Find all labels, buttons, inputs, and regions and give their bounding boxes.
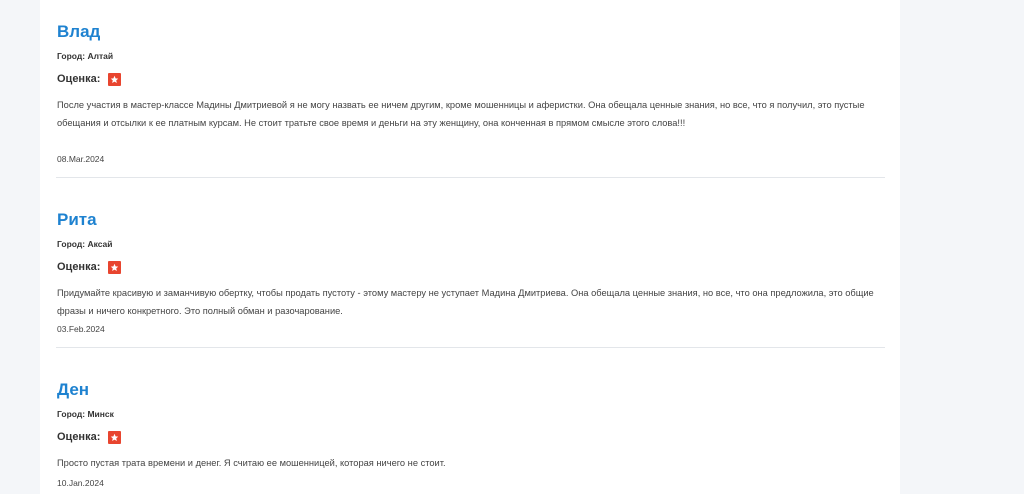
review-item: Ден Город: Минск Оценка: Просто пустая т… (56, 380, 885, 494)
review-item: Рита Город: Аксай Оценка: Придумайте кра… (56, 210, 885, 348)
review-city: Город: Аксай (57, 239, 113, 249)
review-rating: Оценка: (57, 259, 122, 275)
review-text: Придумайте красивую и заманчивую обертку… (57, 288, 874, 316)
review-text: Просто пустая трата времени и денег. Я с… (57, 458, 446, 468)
review-author-name: Рита (57, 210, 97, 229)
review-rating: Оценка: (57, 429, 122, 445)
review-text: После участия в мастер-классе Мадины Дми… (57, 100, 865, 128)
review-date: 08.Mar.2024 (57, 154, 105, 164)
reviews-page: Влад Город: Алтай Оценка: После участия … (40, 0, 900, 494)
rating-label: Оценка: (57, 431, 101, 443)
review-item: Влад Город: Алтай Оценка: После участия … (56, 22, 885, 178)
review-date: 10.Jan.2024 (57, 478, 104, 488)
review-author-name: Ден (57, 380, 90, 399)
star-icon (108, 72, 122, 86)
star-icon (108, 430, 122, 444)
review-city: Город: Минск (57, 409, 114, 419)
review-author-name: Влад (57, 22, 101, 41)
review-date: 03.Feb.2024 (57, 324, 105, 334)
rating-label: Оценка: (57, 261, 101, 273)
review-rating: Оценка: (57, 71, 122, 87)
star-icon (108, 260, 122, 274)
rating-label: Оценка: (57, 73, 101, 85)
review-city: Город: Алтай (57, 51, 114, 61)
